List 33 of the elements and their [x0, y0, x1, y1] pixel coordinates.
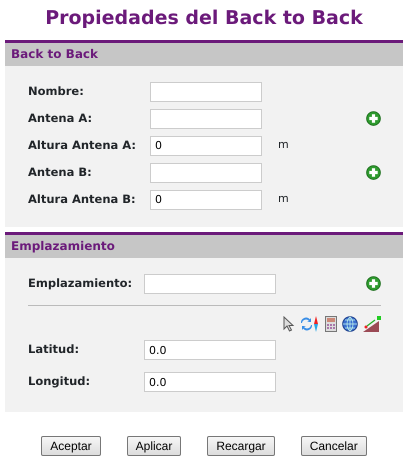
field-label: Altura Antena A: — [28, 136, 138, 154]
field-label: Emplazamiento: — [28, 274, 134, 292]
input-field[interactable] — [150, 162, 262, 182]
input-field[interactable]: 0 — [150, 190, 262, 210]
dialog-button[interactable]: Aplicar — [126, 436, 182, 456]
field-label: Antena A: — [28, 110, 94, 127]
section-header: Back to Back — [5, 43, 403, 66]
dialog-button[interactable]: Recargar — [207, 436, 275, 456]
globe-icon[interactable] — [342, 316, 358, 332]
input-field[interactable] — [150, 108, 262, 128]
add-icon[interactable] — [366, 165, 381, 180]
field-label: Altura Antena B: — [28, 190, 137, 208]
elevation-profile-icon[interactable] — [363, 316, 381, 332]
field-label: Latitud: — [28, 341, 80, 358]
input-field[interactable]: 0.0 — [144, 340, 276, 360]
dialog-button[interactable]: Aceptar — [41, 436, 101, 456]
input-field[interactable]: 0 — [150, 136, 262, 156]
add-icon[interactable] — [366, 276, 381, 291]
field-label: Nombre: — [28, 82, 85, 100]
input-field[interactable] — [144, 274, 276, 294]
field-label: Antena B: — [28, 164, 93, 181]
input-field[interactable]: 0.0 — [144, 372, 276, 392]
add-icon[interactable] — [366, 111, 381, 126]
field-label: Longitud: — [28, 373, 92, 390]
dialog-button[interactable]: Cancelar — [300, 436, 367, 456]
unit-label: m — [278, 137, 289, 154]
unit-label: m — [278, 191, 289, 208]
input-field[interactable] — [150, 82, 262, 102]
sync-compass-icon[interactable] — [300, 316, 320, 332]
section-header: Emplazamiento — [5, 235, 403, 258]
calculator-icon[interactable] — [325, 316, 337, 332]
pointer-icon[interactable] — [283, 316, 295, 332]
page-title: Propiedades del Back to Back — [44, 6, 364, 30]
